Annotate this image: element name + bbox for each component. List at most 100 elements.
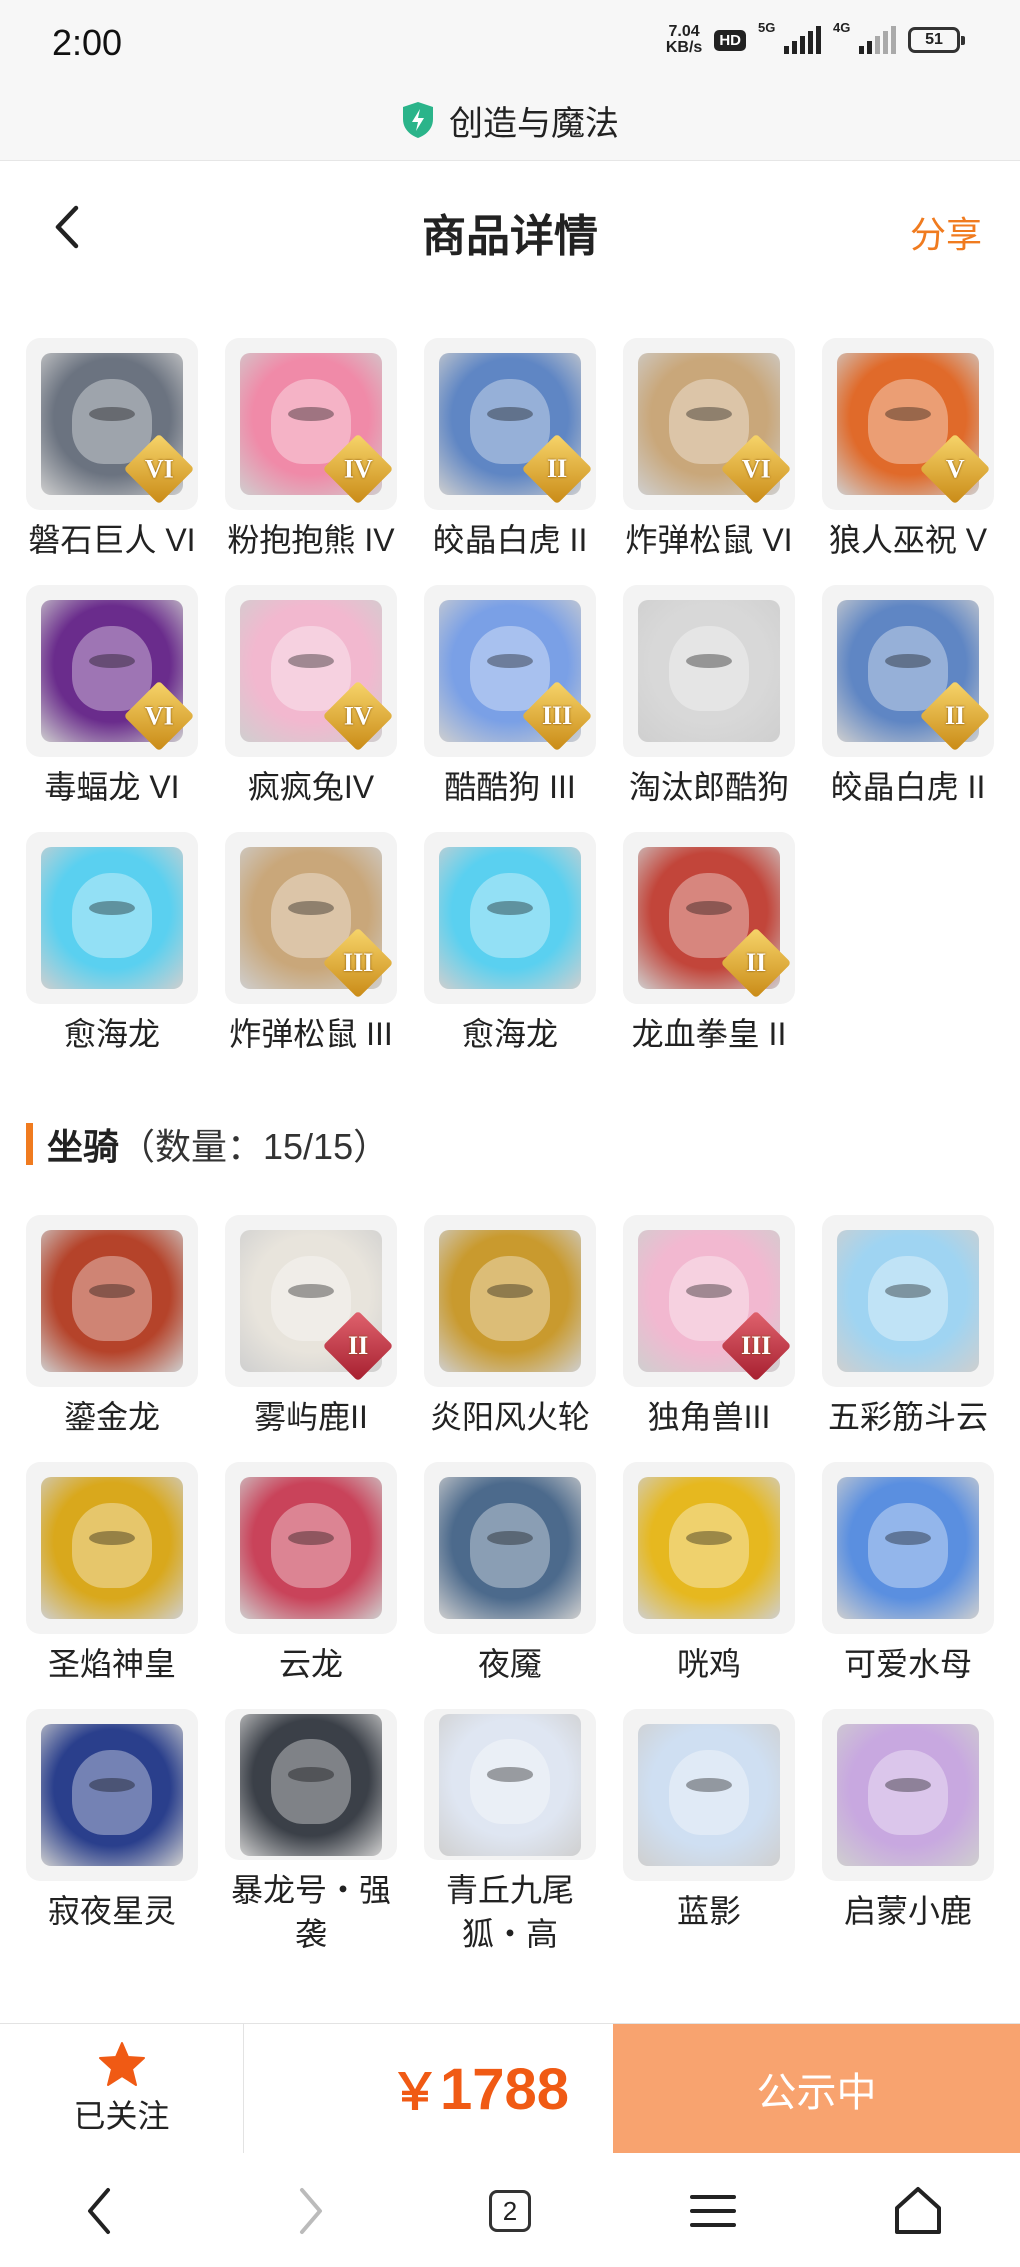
mount-item-thumbnail bbox=[424, 1462, 596, 1634]
mount-item-image bbox=[41, 1724, 183, 1866]
mount-item-image bbox=[638, 1477, 780, 1619]
follow-label: 已关注 bbox=[73, 2098, 170, 2134]
mount-item-image bbox=[439, 1477, 581, 1619]
mount-item-name: 夜魇 bbox=[477, 1646, 542, 1682]
signal-4g-icon: 4G bbox=[833, 20, 896, 54]
pet-item-thumbnail bbox=[26, 832, 198, 1004]
mount-item-thumbnail bbox=[424, 1709, 596, 1860]
mount-item[interactable]: 五彩筋斗云 bbox=[822, 1215, 994, 1462]
mount-item-name: 炎阳风火轮 bbox=[429, 1399, 590, 1435]
pet-item-thumbnail: III bbox=[225, 832, 397, 1004]
mount-item-image bbox=[41, 1230, 183, 1372]
pet-item[interactable]: II 皎晶白虎 II bbox=[424, 338, 596, 585]
pet-item-image bbox=[638, 600, 780, 742]
mount-item-thumbnail bbox=[225, 1709, 397, 1860]
pet-item-thumbnail: IV bbox=[225, 338, 397, 510]
mount-item[interactable]: 咣鸡 bbox=[623, 1462, 795, 1709]
mount-item[interactable]: 寂夜星灵 bbox=[26, 1709, 198, 1956]
tabs-button[interactable]: 2 bbox=[480, 2181, 540, 2241]
system-nav-bar: 2 bbox=[0, 2153, 1020, 2267]
mount-item[interactable]: 炎阳风火轮 bbox=[424, 1215, 596, 1462]
pet-item-thumbnail: II bbox=[822, 585, 994, 757]
mount-item-image bbox=[837, 1724, 979, 1866]
pet-item[interactable]: III 炸弹松鼠 III bbox=[225, 832, 397, 1079]
mount-item[interactable]: 蓝影 bbox=[623, 1709, 795, 1956]
mount-item-name: 暴龙号・强袭 bbox=[230, 1872, 391, 1952]
pet-item-name: 愈海龙 bbox=[63, 1016, 160, 1052]
mount-item-thumbnail bbox=[225, 1462, 397, 1634]
section-title: 坐骑 bbox=[47, 1126, 120, 1167]
battery-icon: 51 bbox=[908, 27, 965, 53]
action-bar: 已关注 ￥1788 公示中 bbox=[0, 2023, 1020, 2154]
mount-item-thumbnail bbox=[424, 1215, 596, 1387]
mount-item-thumbnail bbox=[26, 1462, 198, 1634]
pet-item-image bbox=[439, 847, 581, 989]
mount-item-name: 启蒙小鹿 bbox=[843, 1893, 972, 1929]
mount-item-thumbnail bbox=[822, 1709, 994, 1881]
mount-item[interactable]: 暴龙号・强袭 bbox=[225, 1709, 397, 1956]
pet-item[interactable]: IV 粉抱抱熊 IV bbox=[225, 338, 397, 585]
mount-item-image bbox=[837, 1477, 979, 1619]
pet-item[interactable]: 愈海龙 bbox=[424, 832, 596, 1079]
pet-item-image bbox=[41, 847, 183, 989]
mount-item[interactable]: 云龙 bbox=[225, 1462, 397, 1709]
mount-item[interactable]: III 独角兽III bbox=[623, 1215, 795, 1462]
pet-item[interactable]: II 皎晶白虎 II bbox=[822, 585, 994, 832]
mount-item-name: 咣鸡 bbox=[676, 1646, 741, 1682]
mount-item-name: 寂夜星灵 bbox=[47, 1893, 176, 1929]
nav-back-icon[interactable] bbox=[70, 2181, 130, 2241]
pet-item[interactable]: IV 疯疯兔IV bbox=[225, 585, 397, 832]
mount-item-image bbox=[41, 1477, 183, 1619]
pet-item[interactable]: VI 磐石巨人 VI bbox=[26, 338, 198, 585]
menu-icon[interactable] bbox=[683, 2181, 743, 2241]
pet-item[interactable]: VI 毒蝠龙 VI bbox=[26, 585, 198, 832]
status-icons: 7.04 KB/s HD 5G 4G 51 bbox=[666, 20, 965, 56]
follow-button[interactable]: 已关注 bbox=[0, 2024, 244, 2154]
hd-badge: HD bbox=[714, 29, 746, 51]
section-count: （数量：15/15） bbox=[119, 1126, 390, 1167]
mount-item-image bbox=[638, 1724, 780, 1866]
mount-item[interactable]: 鎏金龙 bbox=[26, 1215, 198, 1462]
mount-item[interactable]: 启蒙小鹿 bbox=[822, 1709, 994, 1956]
mount-item-name: 独角兽III bbox=[647, 1399, 771, 1435]
mount-item[interactable]: II 雾屿鹿II bbox=[225, 1215, 397, 1462]
pet-item[interactable]: II 龙血拳皇 II bbox=[623, 832, 795, 1079]
mount-item-image bbox=[439, 1713, 581, 1856]
mount-item[interactable]: 圣焰神皇 bbox=[26, 1462, 198, 1709]
mounts-section-header: 坐骑 （数量：15/15） bbox=[26, 1118, 389, 1170]
pet-item-thumbnail: VI bbox=[26, 338, 198, 510]
mount-item-name: 五彩筋斗云 bbox=[827, 1399, 988, 1435]
mounts-grid: 鎏金龙 II 雾屿鹿II 炎阳风火轮 III 独角兽III 五彩筋斗云圣焰神皇 云龙 夜魇 咣鸡 可… bbox=[26, 1215, 996, 1956]
pet-item-thumbnail: VI bbox=[623, 338, 795, 510]
pet-item[interactable]: VI 炸弹松鼠 VI bbox=[623, 338, 795, 585]
pet-item[interactable]: 淘汰郎酷狗 bbox=[623, 585, 795, 832]
share-button[interactable]: 分享 bbox=[910, 206, 982, 258]
pet-item-thumbnail: II bbox=[623, 832, 795, 1004]
mount-item-image bbox=[240, 1713, 382, 1856]
mount-item[interactable]: 青丘九尾狐・高 bbox=[424, 1709, 596, 1956]
pet-item-name: 皎晶白虎 II bbox=[432, 522, 588, 558]
price-value: 1788 bbox=[440, 2057, 570, 2122]
pet-item[interactable]: 愈海龙 bbox=[26, 832, 198, 1079]
mount-item[interactable]: 可爱水母 bbox=[822, 1462, 994, 1709]
mount-item-thumbnail bbox=[26, 1709, 198, 1881]
pet-item[interactable]: III 酷酷狗 III bbox=[424, 585, 596, 832]
pet-item-name: 炸弹松鼠 VI bbox=[625, 522, 793, 558]
pet-item-name: 疯疯兔IV bbox=[247, 769, 375, 805]
pet-item-name: 皎晶白虎 II bbox=[830, 769, 986, 805]
star-icon bbox=[98, 2042, 145, 2086]
pet-item-name: 粉抱抱熊 IV bbox=[227, 522, 395, 558]
mount-item-image bbox=[837, 1230, 979, 1372]
publicity-status-button[interactable]: 公示中 bbox=[613, 2024, 1020, 2154]
mount-item-thumbnail bbox=[822, 1215, 994, 1387]
nav-forward-icon[interactable] bbox=[280, 2181, 340, 2241]
pet-item[interactable]: V 狼人巫祝 V bbox=[822, 338, 994, 585]
signal-5g-icon: 5G bbox=[758, 20, 821, 54]
mount-item[interactable]: 夜魇 bbox=[424, 1462, 596, 1709]
home-icon[interactable] bbox=[888, 2181, 948, 2241]
pet-item-name: 淘汰郎酷狗 bbox=[628, 769, 789, 805]
pet-item-name: 磐石巨人 VI bbox=[28, 522, 196, 558]
pet-item-name: 狼人巫祝 V bbox=[828, 522, 988, 558]
status-bar: 2:00 7.04 KB/s HD 5G 4G 51 bbox=[0, 0, 1020, 80]
pet-item-thumbnail: IV bbox=[225, 585, 397, 757]
